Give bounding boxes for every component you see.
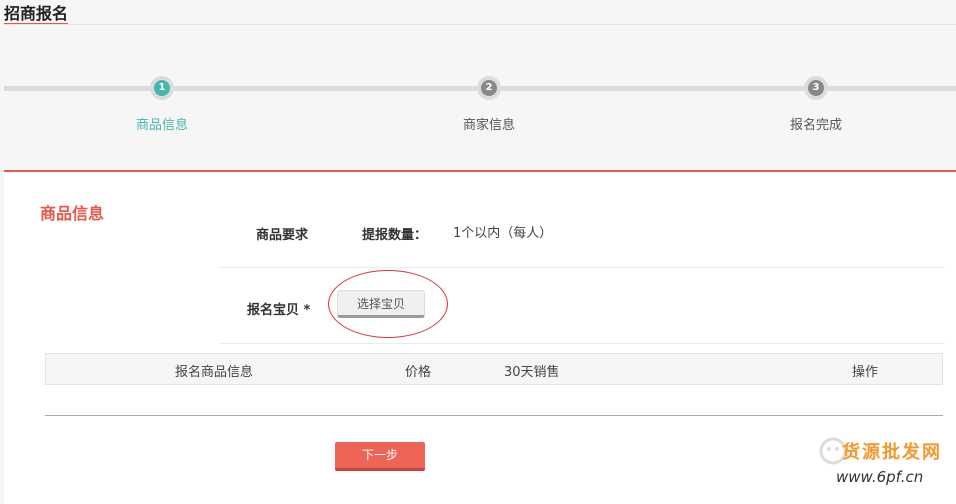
section-title: 商品信息: [40, 204, 105, 223]
step-2: 2 商家信息: [429, 76, 549, 133]
step-3-number: 3: [808, 80, 824, 96]
watermark-text-2: www.6pf.cn: [836, 468, 924, 486]
column-header-price: 价格: [405, 365, 432, 380]
column-header-item-info: 报名商品信息: [175, 365, 254, 380]
title-divider: [4, 24, 956, 25]
step-1-number: 1: [154, 80, 170, 96]
requirement-label: 商品要求: [256, 228, 309, 243]
table-header: 报名商品信息 价格 30天销售 操作: [45, 353, 943, 385]
step-2-number: 2: [481, 80, 497, 96]
step-3-label: 报名完成: [789, 118, 842, 133]
step-3: 3 报名完成: [756, 76, 876, 133]
next-step-button[interactable]: 下一步: [335, 442, 425, 471]
divider: [219, 343, 945, 344]
quantity-label: 提报数量：: [362, 228, 428, 243]
watermark-text-1: 货源批发网: [842, 442, 942, 463]
step-progress: 1 商品信息 2 商家信息 3 报名完成: [0, 70, 956, 133]
step-3-circle: 3: [804, 76, 828, 100]
step-1-label: 商品信息: [135, 118, 188, 133]
step-2-label: 商家信息: [462, 118, 515, 133]
highlight-ellipse: [328, 270, 448, 338]
column-header-30day-sales: 30天销售: [504, 365, 560, 380]
form-panel: 商品信息 商品要求 提报数量： 1个以内（每人） 报名宝贝 * 选择宝贝 报名商…: [4, 170, 956, 504]
watermark-logo: 货源批发网 www.6pf.cn: [818, 434, 952, 494]
divider: [219, 267, 945, 268]
page-title: 招商报名: [4, 4, 69, 23]
step-1: 1 商品信息: [102, 76, 222, 133]
entry-label: 报名宝贝 *: [247, 303, 311, 318]
quantity-value: 1个以内（每人）: [453, 226, 553, 241]
step-1-circle: 1: [150, 76, 174, 100]
table-bottom-rule: [45, 415, 943, 416]
column-header-actions: 操作: [852, 365, 879, 380]
step-2-circle: 2: [477, 76, 501, 100]
